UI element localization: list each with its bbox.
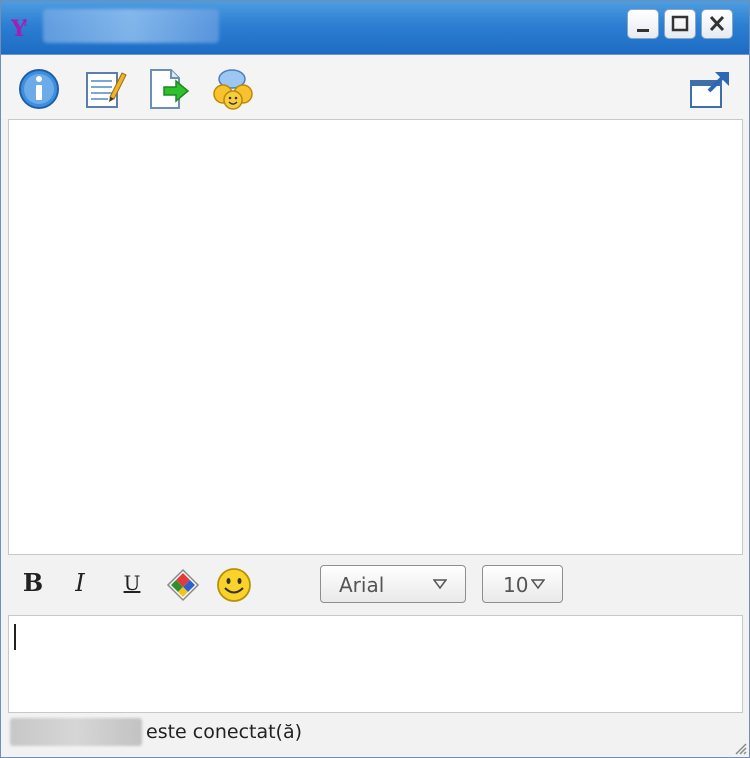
- info-icon[interactable]: [16, 67, 62, 111]
- message-input[interactable]: [8, 615, 743, 713]
- close-icon: [709, 15, 725, 32]
- title-bar[interactable]: Y !: [1, 1, 749, 55]
- status-bar: este conectat(ă): [1, 713, 749, 757]
- italic-button[interactable]: I: [65, 567, 95, 599]
- yahoo-messenger-icon: Y !: [10, 16, 28, 40]
- format-toolbar: B I U Arial 10: [1, 557, 749, 613]
- svg-text:!: !: [23, 18, 28, 29]
- bold-button[interactable]: B: [18, 567, 48, 599]
- size-select[interactable]: 10: [482, 565, 563, 603]
- conference-icon[interactable]: [210, 67, 256, 111]
- close-button[interactable]: [701, 9, 733, 39]
- underline-button[interactable]: U: [117, 567, 147, 599]
- size-select-value: 10: [503, 573, 529, 597]
- edit-notes-icon[interactable]: [82, 67, 128, 111]
- font-select-value: Arial: [339, 573, 385, 597]
- chat-window: Y ! B I U Arial 10 este conectat(ă): [0, 0, 750, 758]
- maximize-icon: [671, 15, 689, 32]
- smiley-icon[interactable]: [215, 566, 253, 604]
- window-title-redacted: [43, 9, 219, 43]
- color-icon[interactable]: [165, 567, 201, 603]
- minimize-button[interactable]: [627, 9, 659, 39]
- chevron-down-icon: [531, 579, 545, 590]
- text-caret: [14, 624, 16, 650]
- maximize-button[interactable]: [664, 9, 696, 39]
- popout-icon[interactable]: [687, 67, 733, 111]
- font-select[interactable]: Arial: [320, 565, 466, 603]
- resize-grip-icon[interactable]: [731, 739, 747, 755]
- minimize-icon: [637, 29, 649, 32]
- toolbar: [1, 55, 749, 119]
- send-file-icon[interactable]: [146, 67, 192, 111]
- message-history[interactable]: [8, 119, 743, 555]
- chevron-down-icon: [433, 579, 447, 590]
- status-text: este conectat(ă): [146, 721, 303, 743]
- contact-name-redacted: [10, 718, 142, 746]
